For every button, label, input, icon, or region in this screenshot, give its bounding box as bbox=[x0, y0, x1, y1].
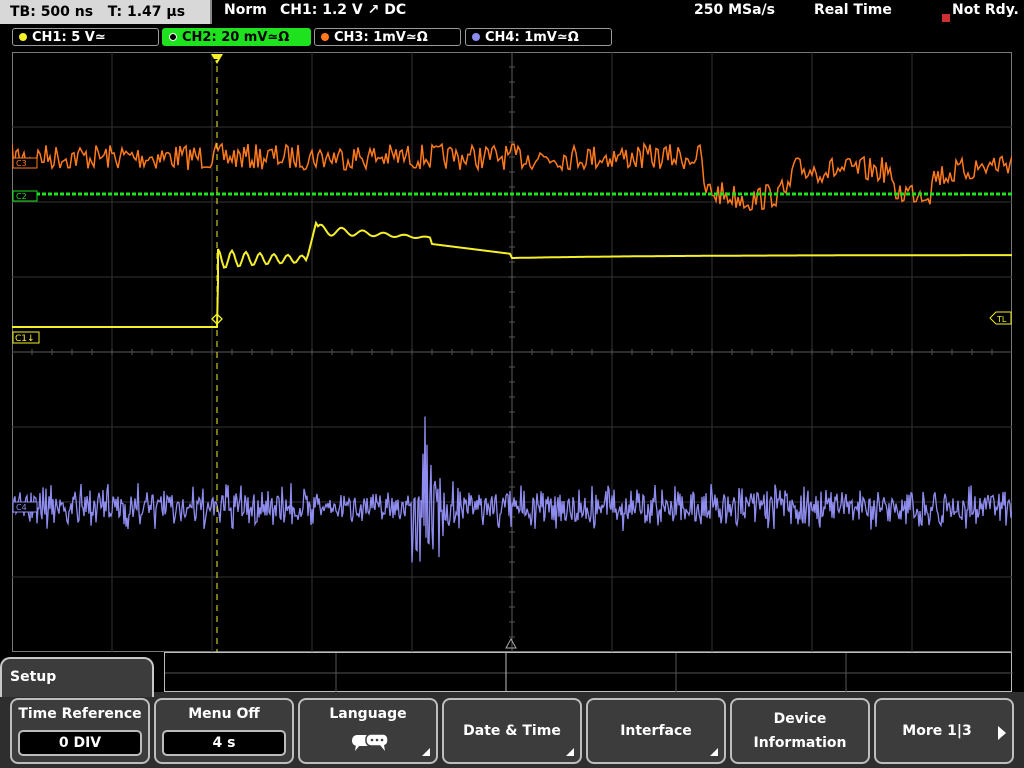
ch1-label: CH1: 5 V≃ bbox=[32, 30, 106, 45]
timebase-value: TB: 500 ns bbox=[10, 4, 94, 20]
speech-bubble-icon bbox=[352, 733, 389, 751]
submenu-arrow-icon bbox=[710, 748, 718, 756]
language-button[interactable]: Language bbox=[298, 698, 438, 764]
interface-button[interactable]: Interface bbox=[586, 698, 726, 764]
menu-off-label: Menu Off bbox=[188, 706, 260, 722]
time-reference-marker-icon bbox=[505, 637, 517, 649]
trigger-status: Not Rdy. bbox=[952, 2, 1019, 18]
ch2-marker[interactable]: C2 bbox=[12, 190, 38, 202]
menu-off-value: 4 s bbox=[162, 730, 286, 756]
channel-tab-ch1[interactable]: CH1: 5 V≃ bbox=[12, 28, 159, 46]
date-time-button[interactable]: Date & Time bbox=[442, 698, 582, 764]
acquisition-mode: Real Time bbox=[814, 2, 892, 18]
zoom-overview-area bbox=[164, 652, 1013, 693]
ch1-marker-label: C1↓ bbox=[15, 334, 35, 344]
menu-title: Setup bbox=[0, 657, 154, 697]
more-button[interactable]: More 1|3 bbox=[874, 698, 1014, 764]
more-label: More 1|3 bbox=[902, 723, 972, 739]
sample-rate: 250 MSa/s bbox=[694, 2, 776, 18]
trigger-time-value: T: 1.47 µs bbox=[107, 4, 186, 20]
ch4-marker-label: C4 bbox=[16, 503, 27, 512]
submenu-arrow-icon bbox=[566, 748, 574, 756]
time-reference-button[interactable]: Time Reference 0 DIV bbox=[10, 698, 150, 764]
waveform-display[interactable]: T C3 C2 C1↓ C4 TL bbox=[12, 52, 1012, 652]
ch1-color-icon bbox=[19, 33, 27, 41]
graticule bbox=[12, 52, 1012, 652]
time-reference-label: Time Reference bbox=[18, 706, 142, 722]
ch3-marker[interactable]: C3 bbox=[12, 157, 38, 169]
ch1-marker[interactable]: C1↓ bbox=[12, 331, 40, 344]
trigger-level-marker[interactable]: TL bbox=[989, 311, 1012, 325]
menu-title-label: Setup bbox=[10, 669, 57, 685]
timebase-readout[interactable]: TB: 500 ns T: 1.47 µs bbox=[0, 0, 212, 24]
channel-tab-ch4[interactable]: CH4: 1mV≃Ω bbox=[465, 28, 612, 46]
ch2-marker-label: C2 bbox=[16, 192, 27, 201]
ch4-label: CH4: 1mV≃Ω bbox=[485, 30, 579, 45]
date-time-label: Date & Time bbox=[463, 723, 561, 739]
ch3-label: CH3: 1mV≃Ω bbox=[334, 30, 428, 45]
trigger-position-label: T bbox=[212, 58, 218, 67]
ch3-color-icon bbox=[321, 33, 329, 41]
channel-tab-ch3[interactable]: CH3: 1mV≃Ω bbox=[314, 28, 461, 46]
ch2-label: CH2: 20 mV≃Ω bbox=[182, 30, 290, 45]
next-page-arrow-icon bbox=[998, 726, 1006, 740]
trigger-level-label: TL bbox=[996, 315, 1007, 324]
ch3-marker-label: C3 bbox=[16, 159, 27, 168]
channel-tab-ch2[interactable]: CH2: 20 mV≃Ω bbox=[162, 28, 311, 46]
menu-off-button[interactable]: Menu Off 4 s bbox=[154, 698, 294, 764]
device-information-button[interactable]: Device Information bbox=[730, 698, 870, 764]
ch2-color-icon bbox=[169, 33, 177, 41]
language-label: Language bbox=[329, 706, 407, 722]
trigger-status-indicator bbox=[942, 14, 950, 22]
time-reference-value: 0 DIV bbox=[18, 730, 142, 756]
ch4-marker[interactable]: C4 bbox=[12, 501, 38, 513]
device-information-label-2: Information bbox=[753, 735, 847, 751]
ch4-color-icon bbox=[472, 33, 480, 41]
trigger-settings[interactable]: CH1: 1.2 V ↗ DC bbox=[280, 2, 406, 18]
interface-label: Interface bbox=[620, 723, 692, 739]
device-information-label-1: Device bbox=[773, 711, 827, 727]
trigger-mode[interactable]: Norm bbox=[224, 2, 267, 18]
submenu-arrow-icon bbox=[422, 748, 430, 756]
